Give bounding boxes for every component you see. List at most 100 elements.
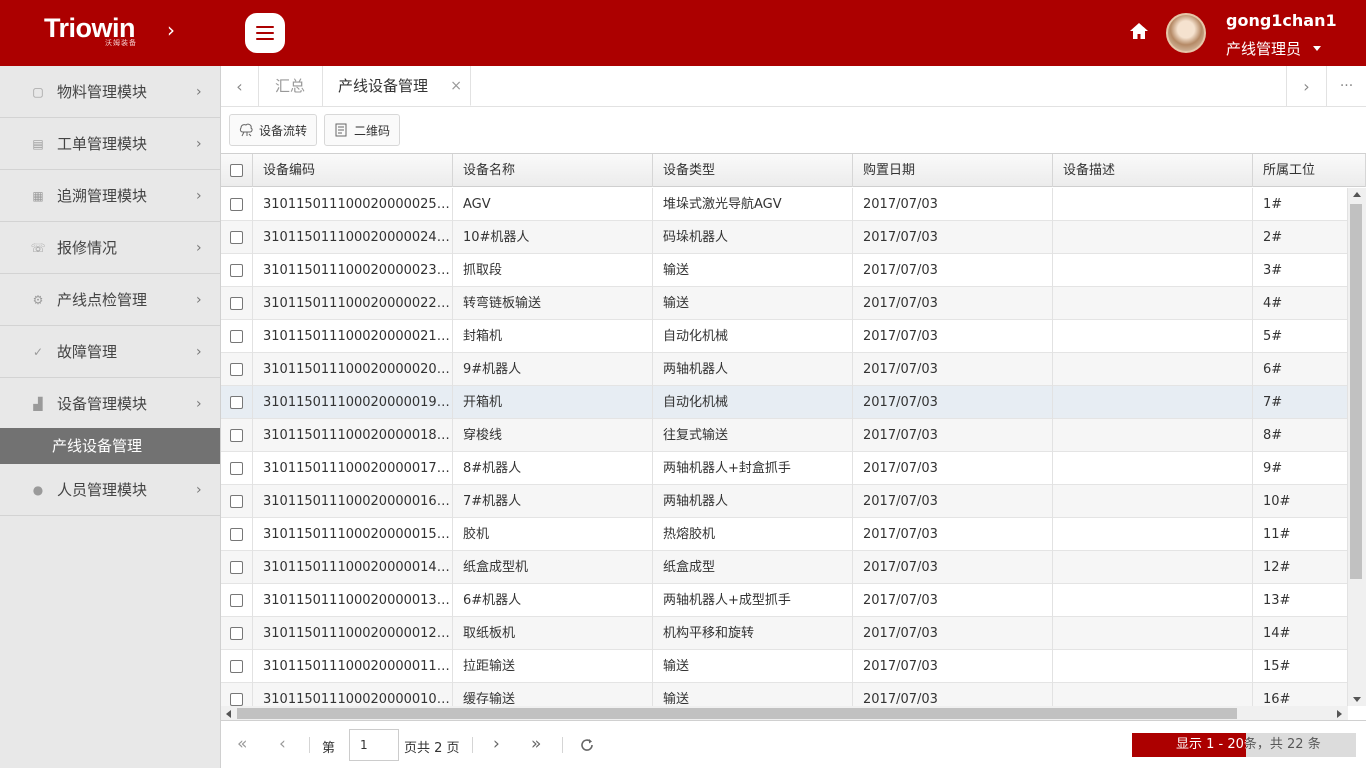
prev-page-icon[interactable]: ‹ (279, 735, 286, 753)
table-row[interactable]: 3101150111000200000132... 6#机器人 两轴机器人+成型抓手… (221, 584, 1348, 617)
close-icon[interactable]: × (450, 66, 462, 106)
row-select-cell (221, 386, 253, 419)
avatar[interactable] (1166, 13, 1206, 53)
table-row[interactable]: 3101150111000200000192... 开箱机 自动化机械 2017/07… (221, 386, 1348, 419)
sidebar-item-equipment[interactable]: ▟ 设备管理模块 › (0, 378, 220, 430)
scroll-down-icon[interactable] (1353, 697, 1361, 702)
table-row[interactable]: 3101150111000200000102... 缓存输送 输送 2017/07/0… (221, 683, 1348, 706)
table-cell: 输送 (653, 254, 853, 287)
row-checkbox[interactable] (230, 627, 243, 640)
sidebar-item-trace[interactable]: ▦ 追溯管理模块 › (0, 170, 220, 222)
table-row[interactable]: 3101150111000200000222... 转弯链板输送 输送 2017/07… (221, 287, 1348, 320)
tab-line-equipment[interactable]: 产线设备管理 × (323, 66, 471, 106)
scroll-left-icon[interactable] (226, 710, 231, 718)
grid-icon: ▦ (32, 188, 44, 203)
sidebar-item-inspection[interactable]: ⚙ 产线点检管理 › (0, 274, 220, 326)
column-header[interactable]: 所属工位 (1253, 154, 1366, 187)
table-row[interactable]: 3101150111000200000232... 抓取段 输送 2017/07/03… (221, 254, 1348, 287)
table-cell: 两轴机器人 (653, 353, 853, 386)
select-all-checkbox[interactable] (230, 164, 243, 177)
chevron-right-icon: › (196, 187, 202, 204)
next-page-icon[interactable]: › (493, 735, 500, 753)
username[interactable]: gong1chan1 (1226, 11, 1337, 30)
table-cell: 抓取段 (453, 254, 653, 287)
sidebar-item-material[interactable]: ▢ 物料管理模块 › (0, 66, 220, 118)
table-cell: 2017/07/03 (853, 419, 1053, 452)
table-cell: 3101150111000200000142... (253, 551, 453, 584)
table-cell (1053, 617, 1253, 650)
table-row[interactable]: 3101150111000200000142... 纸盒成型机 纸盒成型 2017/0… (221, 551, 1348, 584)
sidebar-item-repair[interactable]: ☏ 报修情况 › (0, 222, 220, 274)
row-checkbox[interactable] (230, 561, 243, 574)
more-icon[interactable]: ··· (1326, 66, 1366, 106)
last-page-icon[interactable]: » (531, 735, 541, 753)
table-row[interactable]: 3101150111000200000202... 9#机器人 两轴机器人 2017/… (221, 353, 1348, 386)
tab-scroll-right-button[interactable]: › (1286, 66, 1326, 106)
tab-scroll-left-button[interactable]: ‹ (221, 66, 259, 106)
row-checkbox[interactable] (230, 330, 243, 343)
row-checkbox[interactable] (230, 693, 243, 706)
home-icon[interactable] (1128, 20, 1150, 42)
row-checkbox[interactable] (230, 429, 243, 442)
table-cell: 3101150111000200000182... (253, 419, 453, 452)
column-header[interactable]: 设备编码 (253, 154, 453, 187)
sidebar-item-label: 设备管理模块 (57, 395, 148, 413)
column-header[interactable]: 设备名称 (453, 154, 653, 187)
row-checkbox[interactable] (230, 198, 243, 211)
column-header[interactable]: 购置日期 (853, 154, 1053, 187)
row-checkbox[interactable] (230, 495, 243, 508)
scrollbar-thumb[interactable] (1350, 204, 1362, 579)
table-row[interactable]: 3101150111000200000212... 封箱机 自动化机械 2017/07… (221, 320, 1348, 353)
column-header[interactable]: 设备类型 (653, 154, 853, 187)
table-row[interactable]: 310115011100020000025​2... AGV 堆垛式激光导航AGV 2… (221, 188, 1348, 221)
table-row[interactable]: 3101150111000200000152... 胶机 热熔胶机 2017/07/0… (221, 518, 1348, 551)
table-row[interactable]: 3101150111000200000162... 7#机器人 两轴机器人 2017/… (221, 485, 1348, 518)
row-checkbox[interactable] (230, 231, 243, 244)
scroll-up-icon[interactable] (1353, 192, 1361, 197)
horizontal-scrollbar[interactable] (221, 706, 1348, 720)
table-cell: 胶机 (453, 518, 653, 551)
user-role[interactable]: 产线管理员 (1226, 38, 1301, 59)
table-cell: 2017/07/03 (853, 683, 1053, 706)
scrollbar-thumb[interactable] (237, 708, 1237, 719)
scroll-right-icon[interactable] (1337, 710, 1342, 718)
tab-bar: ‹ 汇总 产线设备管理 × › ··· (221, 66, 1366, 107)
sidebar-item-personnel[interactable]: ● 人员管理模块 › (0, 464, 220, 516)
sidebar-item-fault[interactable]: ✓ 故障管理 › (0, 326, 220, 378)
table-header: 设备编码 设备名称 设备类型 购置日期 设备描述 所属工位 (221, 154, 1366, 187)
record-count-info: 显示 1 - 20条，共 22 条 显示 1 - 20条，共 22 条 (1132, 733, 1356, 757)
table-cell: 6#机器人 (453, 584, 653, 617)
refresh-icon[interactable] (579, 737, 595, 753)
row-checkbox[interactable] (230, 363, 243, 376)
row-checkbox[interactable] (230, 594, 243, 607)
row-checkbox[interactable] (230, 264, 243, 277)
chevron-right-icon: › (196, 83, 202, 100)
transfer-button[interactable]: 设备流转 (229, 114, 318, 146)
table-cell: 3101150111000200000222... (253, 287, 453, 320)
sidebar-item-workorder[interactable]: ▤ 工单管理模块 › (0, 118, 220, 170)
row-checkbox[interactable] (230, 396, 243, 409)
page-number-input[interactable] (349, 729, 399, 761)
qrcode-button[interactable]: 二维码 (324, 114, 401, 146)
vertical-scrollbar[interactable] (1348, 188, 1366, 706)
table-row[interactable]: 3101150111000200000242... 10#机器人 码垛机器人 2017… (221, 221, 1348, 254)
row-checkbox[interactable] (230, 297, 243, 310)
row-checkbox[interactable] (230, 660, 243, 673)
row-select-cell (221, 485, 253, 518)
table-cell: 10#机器人 (453, 221, 653, 254)
row-checkbox[interactable] (230, 462, 243, 475)
table-row[interactable]: 3101150111000200000122... 取纸板机 机构平移和旋转 2017… (221, 617, 1348, 650)
table-cell: 输送 (653, 650, 853, 683)
menu-toggle-button[interactable] (245, 13, 285, 53)
first-page-icon[interactable]: « (237, 735, 247, 753)
row-select-cell (221, 320, 253, 353)
chevron-right-icon[interactable]: › (167, 20, 175, 40)
tab-summary[interactable]: 汇总 (260, 66, 323, 106)
caret-down-icon[interactable] (1313, 46, 1321, 51)
table-row[interactable]: 3101150111000200000182... 穿梭线 往复式输送 2017/07… (221, 419, 1348, 452)
sidebar-subitem-line-equipment[interactable]: 产线设备管理 (0, 428, 220, 464)
column-header[interactable]: 设备描述 (1053, 154, 1253, 187)
table-row[interactable]: 3101150111000200000112... 拉距输送 输送 2017/07/0… (221, 650, 1348, 683)
row-checkbox[interactable] (230, 528, 243, 541)
table-row[interactable]: 3101150111000200000172... 8#机器人 两轴机器人+封盒抓手… (221, 452, 1348, 485)
